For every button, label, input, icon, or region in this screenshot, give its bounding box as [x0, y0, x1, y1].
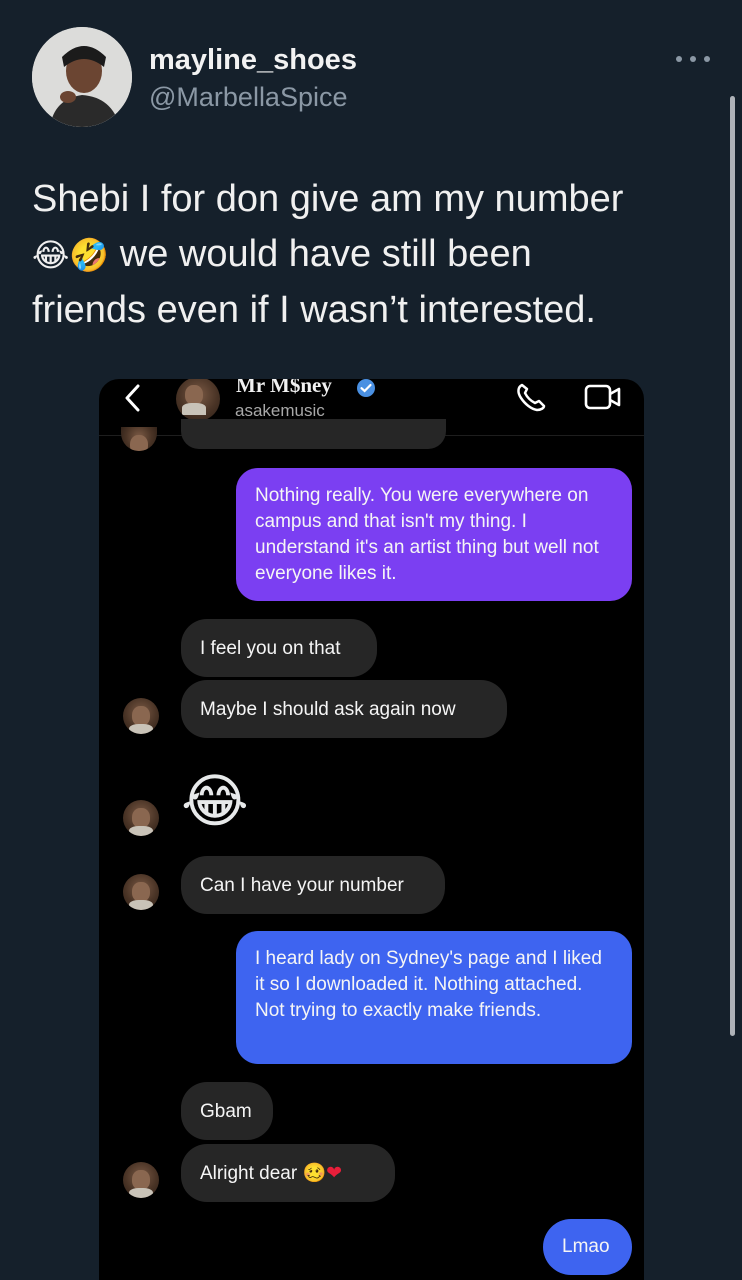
- message-text: Alright dear: [200, 1163, 298, 1184]
- incoming-message: Maybe I should ask again now: [181, 680, 507, 738]
- incoming-message: I feel you on that: [181, 619, 377, 677]
- contact-username: asakemusic: [235, 401, 325, 420]
- video-call-icon: [584, 384, 621, 410]
- profile-photo: [32, 27, 132, 127]
- back-arrow-icon: [125, 384, 140, 412]
- tweet-text-line-2: 😂🤣 we would have still been: [32, 227, 712, 283]
- laughing-emoji-message: 😂: [181, 769, 249, 834]
- outgoing-message: Lmao: [543, 1219, 632, 1275]
- outgoing-message: I heard lady on Sydney's page and I like…: [236, 931, 632, 1064]
- scrollbar[interactable]: [730, 96, 735, 1036]
- woozy-emoji: 🥴: [302, 1163, 327, 1184]
- sender-avatar: [123, 1162, 159, 1198]
- tweet-text: Shebi I for don give am my number 😂🤣 we …: [32, 172, 712, 338]
- verified-badge-icon: [357, 379, 375, 397]
- contact-avatar: [176, 379, 220, 421]
- display-name[interactable]: mayline_shoes: [149, 44, 357, 77]
- tweet-text-line-1: Shebi I for don give am my number: [32, 178, 624, 220]
- outgoing-message: Nothing really. You were everywhere on c…: [236, 468, 632, 601]
- user-handle[interactable]: @MarbellaSpice: [149, 82, 348, 113]
- incoming-message: Alright dear 🥴❤: [181, 1144, 395, 1202]
- sender-avatar: [123, 800, 159, 836]
- sender-avatar: [121, 427, 157, 451]
- contact-name: Mr M$ney: [236, 379, 332, 397]
- more-options-icon[interactable]: [676, 50, 710, 68]
- sender-avatar: [123, 698, 159, 734]
- tweet-text-line-3: friends even if I wasn’t interested.: [32, 289, 596, 331]
- attached-screenshot[interactable]: Mr M$ney asakemusic Nothing really. You …: [99, 379, 644, 1280]
- incoming-message: Can I have your number: [181, 856, 445, 914]
- sender-avatar: [123, 874, 159, 910]
- laughing-emoji: 😂🤣: [32, 237, 110, 273]
- tweet-text-line-2-rest: we would have still been: [109, 233, 532, 275]
- incoming-message: Gbam: [181, 1082, 273, 1140]
- previous-message-bubble: [181, 419, 446, 449]
- heart-emoji: ❤: [326, 1163, 343, 1184]
- profile-avatar[interactable]: [32, 27, 132, 127]
- phone-call-icon: [517, 383, 546, 412]
